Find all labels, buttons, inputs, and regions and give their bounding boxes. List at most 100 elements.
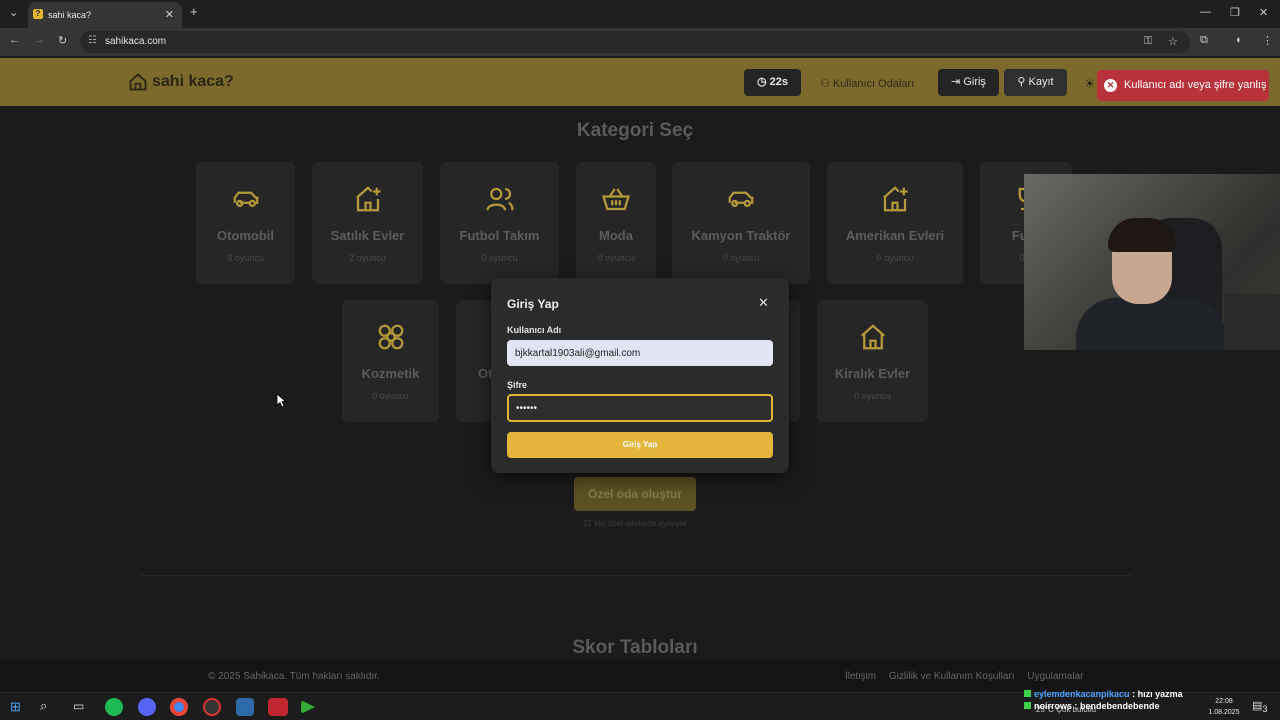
users-icon: ⚇ xyxy=(820,78,833,90)
category-name: Futbol Takım xyxy=(459,228,540,243)
discord-icon[interactable] xyxy=(138,698,156,716)
user-plus-icon: ⚲ xyxy=(1017,76,1029,88)
category-count: 0 oyuncu xyxy=(597,253,635,263)
flower-icon xyxy=(378,324,403,350)
chrome-icon[interactable] xyxy=(170,698,188,716)
modal-title: Giriş Yap xyxy=(507,297,559,311)
username-input[interactable] xyxy=(507,340,773,366)
app-blue-icon[interactable] xyxy=(236,698,254,716)
reload-icon[interactable]: ↻ xyxy=(58,34,67,47)
category-card-moda[interactable]: Moda 0 oyuncu xyxy=(576,162,656,284)
category-name: Amerikan Evleri xyxy=(845,228,945,243)
extensions-icon[interactable]: ⧉ xyxy=(1200,34,1208,47)
timer-badge: ◷ 22s xyxy=(744,69,801,96)
obs-icon[interactable] xyxy=(203,698,221,716)
search-icon[interactable]: ⌕ xyxy=(40,698,47,714)
profile-icon[interactable]: ◐ xyxy=(1236,34,1243,46)
chat-message: : hızı yazma xyxy=(1132,689,1183,699)
category-count: 2 oyuncu xyxy=(349,253,386,263)
site-logo[interactable]: sahi kaca? xyxy=(128,72,234,92)
basket-icon xyxy=(601,188,631,211)
category-count: 0 oyuncu xyxy=(854,391,891,401)
category-card-kamyon-traktor[interactable]: Kamyon Traktör 0 oyuncu xyxy=(672,162,810,284)
minimize-icon[interactable]: — xyxy=(1200,6,1211,18)
spotify-icon[interactable] xyxy=(105,698,123,716)
notifications-icon[interactable]: ▤3 xyxy=(1252,699,1268,714)
footer-link-apps[interactable]: Uygulamalar xyxy=(1027,671,1083,682)
category-name: Otomobil xyxy=(216,228,275,243)
category-card-kiralik-evler[interactable]: Kiralık Evler 0 oyuncu xyxy=(817,300,928,422)
stopwatch-icon: ◷ xyxy=(756,76,770,88)
category-count: 0 oyuncu xyxy=(481,253,518,263)
house-plus-icon xyxy=(883,186,908,212)
create-room-button[interactable]: Özel oda oluştur xyxy=(574,477,696,511)
address-bar[interactable]: ☷ sahikaca.com ⚿ ☆ xyxy=(80,31,1190,53)
close-tab-icon[interactable]: ✕ xyxy=(165,8,174,21)
bookmark-star-icon[interactable]: ☆ xyxy=(1168,35,1178,48)
toast-message: Kullanıcı adı veya şifre yanlış xyxy=(1124,79,1267,91)
category-name: Kozmetik xyxy=(361,366,420,381)
back-icon[interactable]: ← xyxy=(9,34,20,46)
url-text: sahikaca.com xyxy=(105,36,167,47)
user-rooms-link[interactable]: ⚇ Kullanıcı Odaları xyxy=(820,77,914,90)
error-x-icon: ✕ xyxy=(1104,79,1117,92)
close-window-icon[interactable]: ✕ xyxy=(1259,6,1268,19)
login-icon: ⇥ xyxy=(951,76,964,88)
new-tab-button[interactable]: + xyxy=(190,4,198,19)
chat-line: eylemdenkacanpikacu : hızı yazma xyxy=(1024,688,1214,700)
submit-login-button[interactable]: Giriş Yap xyxy=(507,432,773,458)
category-card-otomobil[interactable]: Otomobil 8 oyuncu xyxy=(196,162,295,284)
category-count: 8 oyuncu xyxy=(227,253,264,263)
category-card-kozmetik[interactable]: Kozmetik 0 oyuncu xyxy=(342,300,439,422)
category-count: 0 oyuncu xyxy=(876,253,914,263)
chat-line: noirrows : bendebendebende xyxy=(1024,700,1214,712)
category-name: Kiralık Evler xyxy=(834,366,911,381)
category-title: Kategori Seç xyxy=(576,120,694,141)
password-key-icon[interactable]: ⚿ xyxy=(1144,35,1152,48)
footer-link-contact[interactable]: İletişim xyxy=(845,671,876,682)
section-divider xyxy=(140,575,1132,576)
site-info-icon[interactable]: ☷ xyxy=(88,35,97,46)
logo-text: sahi kaca? xyxy=(152,73,234,90)
house-plus-icon xyxy=(355,186,380,212)
login-modal: Giriş Yap ✕ Kullanıcı Adı Şifre Giriş Ya… xyxy=(491,278,789,473)
timer-value: 22s xyxy=(769,76,788,88)
tab-search-icon[interactable]: ⌄ xyxy=(9,6,18,19)
copyright-text: © 2025 Sahikaca. Tüm hakları saklıdır. xyxy=(208,671,380,682)
chat-username: eylemdenkacanpikacu xyxy=(1034,689,1130,699)
chat-username: noirrows xyxy=(1034,701,1073,711)
register-button[interactable]: ⚲ Kayıt xyxy=(1004,69,1067,96)
login-label: Giriş xyxy=(963,76,986,88)
category-card-futbol-takim[interactable]: Futbol Takım 0 oyuncu xyxy=(440,162,559,284)
user-rooms-label: Kullanıcı Odaları xyxy=(832,78,915,90)
close-icon[interactable]: ✕ xyxy=(758,295,769,311)
favicon-icon: ? xyxy=(33,9,43,19)
task-view-icon[interactable]: ▭ xyxy=(73,699,84,713)
users-icon xyxy=(485,187,514,211)
restore-icon[interactable]: ❐ xyxy=(1230,6,1240,19)
browser-tab[interactable]: ? sahi kaca? ✕ xyxy=(28,2,182,28)
menu-icon[interactable]: ⋮ xyxy=(1262,34,1273,47)
password-input[interactable] xyxy=(507,394,773,422)
footer-link-privacy[interactable]: Gizlilik ve Kullanım Koşulları xyxy=(889,671,1015,682)
chat-message: : bendebendebende xyxy=(1074,701,1160,711)
windows-start-icon[interactable]: ⊞ xyxy=(10,699,21,715)
login-button[interactable]: ⇥ Giriş xyxy=(938,69,999,96)
password-label: Şifre xyxy=(507,380,528,390)
theme-toggle-sun-icon[interactable]: ☀ xyxy=(1084,76,1096,92)
play-app-icon[interactable] xyxy=(301,700,315,714)
category-card-amerikan-evleri[interactable]: Amerikan Evleri 0 oyuncu xyxy=(827,162,963,284)
car-icon xyxy=(233,191,258,207)
category-card-satilik-evler[interactable]: Satılık Evler 2 oyuncu xyxy=(312,162,423,284)
category-name: Moda xyxy=(599,228,633,243)
webcam-person-body xyxy=(1076,298,1226,350)
category-name: Kamyon Traktör xyxy=(691,228,791,243)
online-note: 21 kişi özel odalarda oynuyor xyxy=(583,519,687,528)
house-icon xyxy=(860,324,885,350)
voicemeeter-icon[interactable] xyxy=(268,698,288,716)
forward-icon[interactable]: → xyxy=(34,34,45,46)
score-title: Skor Tabloları xyxy=(572,637,698,658)
category-count: 0 oyuncu xyxy=(722,253,760,263)
mouse-cursor-icon xyxy=(276,393,286,408)
stream-chat-overlay: eylemdenkacanpikacu : hızı yazma noirrow… xyxy=(1024,688,1214,712)
